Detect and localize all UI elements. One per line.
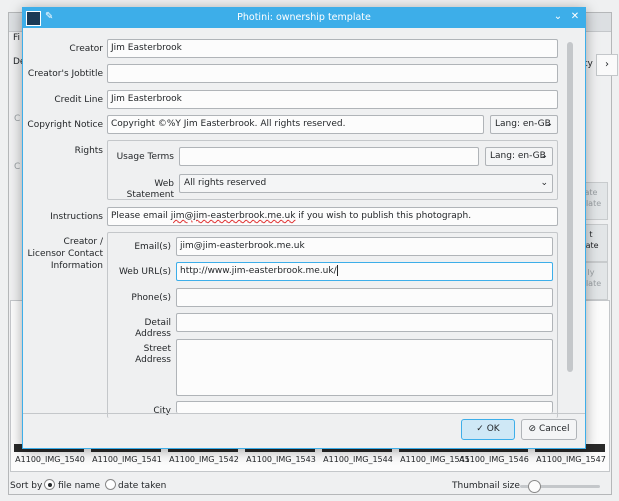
- ownership-template-dialog: ✎ Photini: ownership template ⌄ ✕ Creato…: [22, 7, 586, 449]
- usage-lang-select[interactable]: Lang: en-GB ⌄: [485, 147, 553, 166]
- instructions-text-end: if you wish to publish this photograph.: [295, 211, 472, 221]
- thumbnail-label: A1100_IMG_1544: [323, 455, 393, 464]
- scrollbar-thumb[interactable]: [567, 42, 573, 372]
- thumbnail-size-label: Thumbnail size: [452, 481, 520, 491]
- ok-button-label: OK: [486, 424, 500, 434]
- ok-button[interactable]: ✓ OK: [461, 419, 515, 440]
- web-urls-label: Web URL(s): [118, 267, 171, 277]
- copyright-lang-value: Lang: en-GB: [495, 119, 551, 129]
- dialog-title: Photini: ownership template: [237, 12, 371, 23]
- usage-lang-value: Lang: en-GB: [490, 151, 546, 161]
- instructions-text-start: Please email: [111, 211, 171, 221]
- copyright-label: Copyright Notice: [27, 120, 103, 130]
- cancel-icon: ⊘: [528, 424, 537, 434]
- usage-terms-label: Usage Terms: [116, 152, 174, 162]
- credit-line-field[interactable]: Jim Easterbrook: [107, 90, 558, 109]
- web-statement-value: All rights reserved: [184, 178, 267, 188]
- thumbnail-label: A1100_IMG_1546: [459, 455, 529, 464]
- close-icon[interactable]: ✕: [568, 11, 582, 22]
- usage-terms-field[interactable]: [179, 147, 479, 166]
- sort-filename-radio[interactable]: [44, 479, 55, 490]
- checkmark-icon: ✓: [476, 424, 484, 434]
- thumbnail-label: A1100_IMG_1542: [169, 455, 239, 464]
- thumbnail-size-slider-handle[interactable]: [528, 480, 541, 493]
- web-statement-label: Web Statement: [126, 179, 174, 200]
- contact-label-line-3: Information: [50, 261, 103, 271]
- text-cursor: [336, 265, 338, 276]
- instructions-label: Instructions: [50, 212, 103, 222]
- sort-bar: Sort by file name date taken Thumbnail s…: [10, 476, 608, 494]
- sort-date-label: date taken: [118, 481, 167, 491]
- chevron-down-icon: ⌄: [545, 119, 553, 129]
- city-field[interactable]: [176, 401, 553, 413]
- street-address-field[interactable]: [176, 339, 553, 396]
- thumbnail-label: A1100_IMG_1543: [246, 455, 316, 464]
- contact-label-line-1: Creator /: [63, 237, 103, 247]
- emails-field[interactable]: jim@jim-easterbrook.me.uk: [176, 237, 553, 256]
- jobtitle-field[interactable]: [107, 64, 558, 83]
- thumbnail-label: A1100_IMG_1541: [92, 455, 162, 464]
- side-fragment-a: C: [14, 114, 21, 124]
- instructions-field[interactable]: Please email jim@jim-easterbrook.me.uk i…: [107, 207, 558, 226]
- web-statement-select[interactable]: All rights reserved ⌄: [179, 174, 553, 193]
- detail-address-label: Detail Address: [135, 318, 171, 339]
- sort-date-radio[interactable]: [105, 479, 116, 490]
- dialog-titlebar: ✎ Photini: ownership template ⌄ ✕: [23, 8, 585, 28]
- phones-label: Phone(s): [131, 293, 171, 303]
- footer-separator: [23, 413, 585, 414]
- phones-field[interactable]: [176, 288, 553, 307]
- rights-label: Rights: [74, 146, 103, 156]
- cancel-button[interactable]: ⊘ Cancel: [521, 419, 577, 440]
- chevron-down-icon: ⌄: [540, 151, 548, 161]
- street-address-label: Street Address: [135, 344, 171, 365]
- jobtitle-label: Creator's Jobtitle: [27, 69, 103, 79]
- city-label: City: [153, 406, 171, 416]
- credit-line-label: Credit Line: [54, 95, 103, 105]
- thumbnail-label: A1100_IMG_1547: [536, 455, 606, 464]
- side-fragment-b: C: [14, 162, 21, 172]
- sort-label: Sort by: [10, 481, 43, 491]
- creator-label: Creator: [69, 44, 103, 54]
- contact-label-line-2: Licensor Contact: [27, 249, 103, 259]
- cancel-button-label: Cancel: [538, 424, 570, 434]
- thumbnail-label: A1100_IMG_1540: [15, 455, 85, 464]
- creator-field[interactable]: Jim Easterbrook: [107, 39, 558, 58]
- scroll-right-icon[interactable]: ›: [596, 54, 618, 76]
- minimize-chevron-icon[interactable]: ⌄: [551, 11, 565, 22]
- copyright-lang-select[interactable]: Lang: en-GB ⌄: [490, 115, 558, 134]
- menu-bar-fragment[interactable]: Fi: [13, 33, 20, 43]
- copyright-field[interactable]: Copyright ©%Y Jim Easterbrook. All right…: [107, 115, 484, 134]
- web-urls-field[interactable]: http://www.jim-easterbrook.me.uk/: [176, 262, 553, 281]
- web-urls-value: http://www.jim-easterbrook.me.uk/: [180, 266, 337, 276]
- instructions-email: jim@jim-easterbrook.me.uk: [170, 211, 296, 221]
- detail-address-field[interactable]: [176, 313, 553, 332]
- emails-label: Email(s): [134, 242, 171, 252]
- sort-filename-label: file name: [58, 481, 101, 491]
- chevron-down-icon: ⌄: [540, 178, 548, 188]
